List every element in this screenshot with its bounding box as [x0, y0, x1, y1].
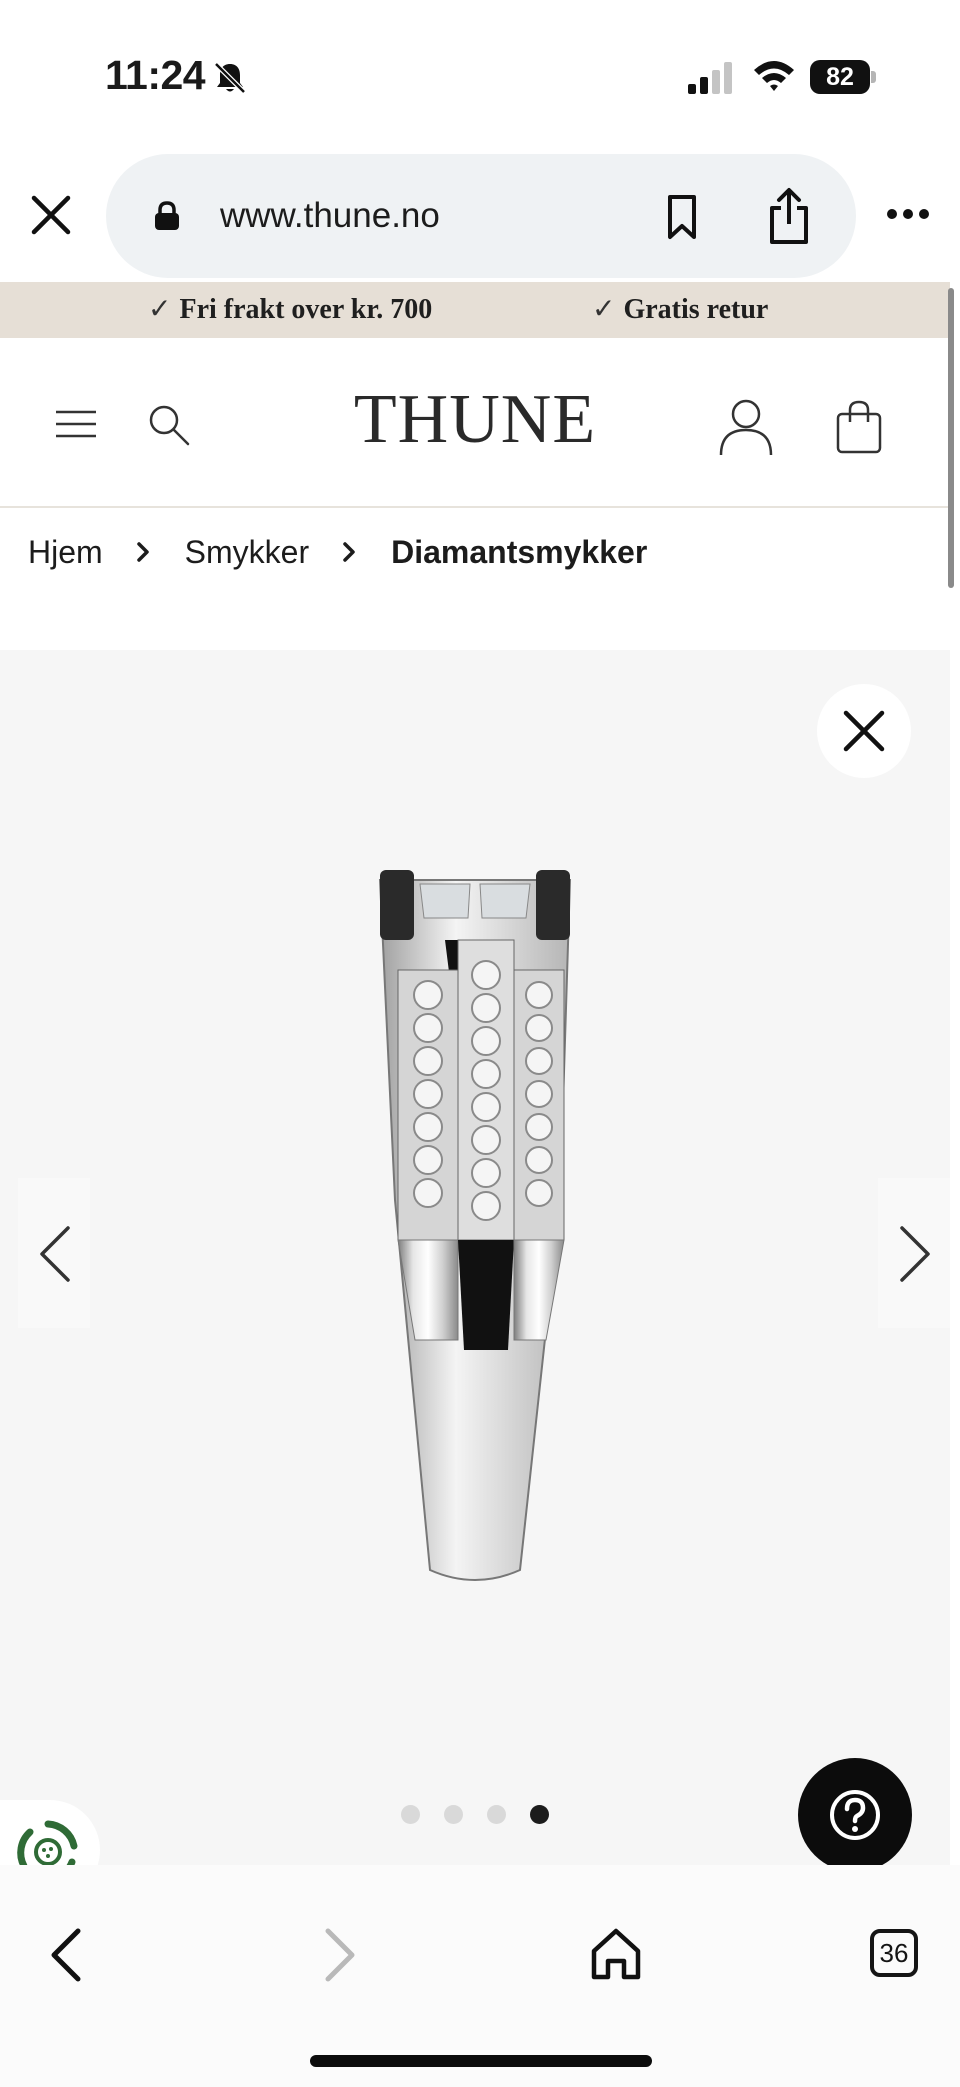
tabs-button[interactable]: 36: [870, 1929, 918, 1977]
browser-toolbar: 36: [0, 1865, 960, 2087]
help-button[interactable]: [798, 1758, 912, 1872]
shopping-bag-icon[interactable]: [836, 400, 882, 454]
battery-level: 82: [826, 63, 854, 91]
signal-icon: [688, 62, 732, 94]
account-icon[interactable]: [718, 398, 774, 456]
close-icon[interactable]: [28, 192, 74, 238]
promo-strip: ✓ Fri frakt over kr. 700 ✓ Gratis retur: [0, 282, 950, 338]
battery-icon: 82: [810, 60, 876, 94]
url-text: www.thune.no: [220, 196, 440, 235]
more-icon[interactable]: [886, 206, 930, 222]
browser-bar: www.thune.no: [0, 150, 960, 282]
promo-free-shipping: ✓ Fri frakt over kr. 700: [148, 292, 432, 326]
lock-icon: [155, 201, 179, 230]
bell-off-icon: [214, 62, 246, 94]
check-icon: ✓: [148, 294, 172, 325]
chevron-right-icon: [900, 1226, 930, 1282]
address-bar[interactable]: www.thune.no: [106, 154, 856, 278]
check-icon: ✓: [592, 294, 616, 325]
breadcrumb-smykker[interactable]: Smykker: [185, 534, 309, 571]
close-icon: [843, 710, 885, 752]
pagination-dot[interactable]: [530, 1805, 549, 1824]
home-indicator: [310, 2055, 652, 2067]
bookmark-icon[interactable]: [662, 194, 702, 240]
promo-label: Fri frakt over kr. 700: [179, 294, 433, 325]
chevron-right-icon: [343, 542, 355, 562]
status-time: 11:24: [105, 52, 206, 98]
gallery-prev-button[interactable]: [18, 1178, 90, 1328]
site-logo[interactable]: THUNE: [0, 380, 950, 460]
back-icon[interactable]: [46, 1927, 86, 1983]
chevron-right-icon: [136, 542, 149, 562]
pagination-dot[interactable]: [487, 1805, 506, 1824]
promo-free-returns: ✓ Gratis retur: [592, 292, 768, 326]
forward-icon[interactable]: [320, 1927, 360, 1983]
gallery-next-button[interactable]: [878, 1178, 950, 1328]
pagination-dot[interactable]: [444, 1805, 463, 1824]
promo-label: Gratis retur: [623, 294, 769, 325]
breadcrumb-current: Diamantsmykker: [391, 533, 648, 570]
home-icon[interactable]: [590, 1927, 642, 1981]
chevron-left-icon: [40, 1226, 70, 1282]
wifi-icon: [754, 61, 794, 91]
breadcrumb-home[interactable]: Hjem: [28, 534, 103, 571]
share-icon[interactable]: [766, 186, 812, 246]
product-image-ring: [378, 870, 572, 1581]
scrollbar[interactable]: [948, 288, 954, 588]
site-header: THUNE: [0, 338, 950, 508]
product-image-gallery[interactable]: [0, 650, 950, 1865]
pagination-dot[interactable]: [401, 1805, 420, 1824]
gallery-close-button[interactable]: [817, 684, 911, 778]
breadcrumb: Hjem Smykker Diamantsmykker: [28, 530, 647, 574]
question-icon: [830, 1790, 880, 1840]
status-bar: 11:24 82: [0, 0, 960, 150]
